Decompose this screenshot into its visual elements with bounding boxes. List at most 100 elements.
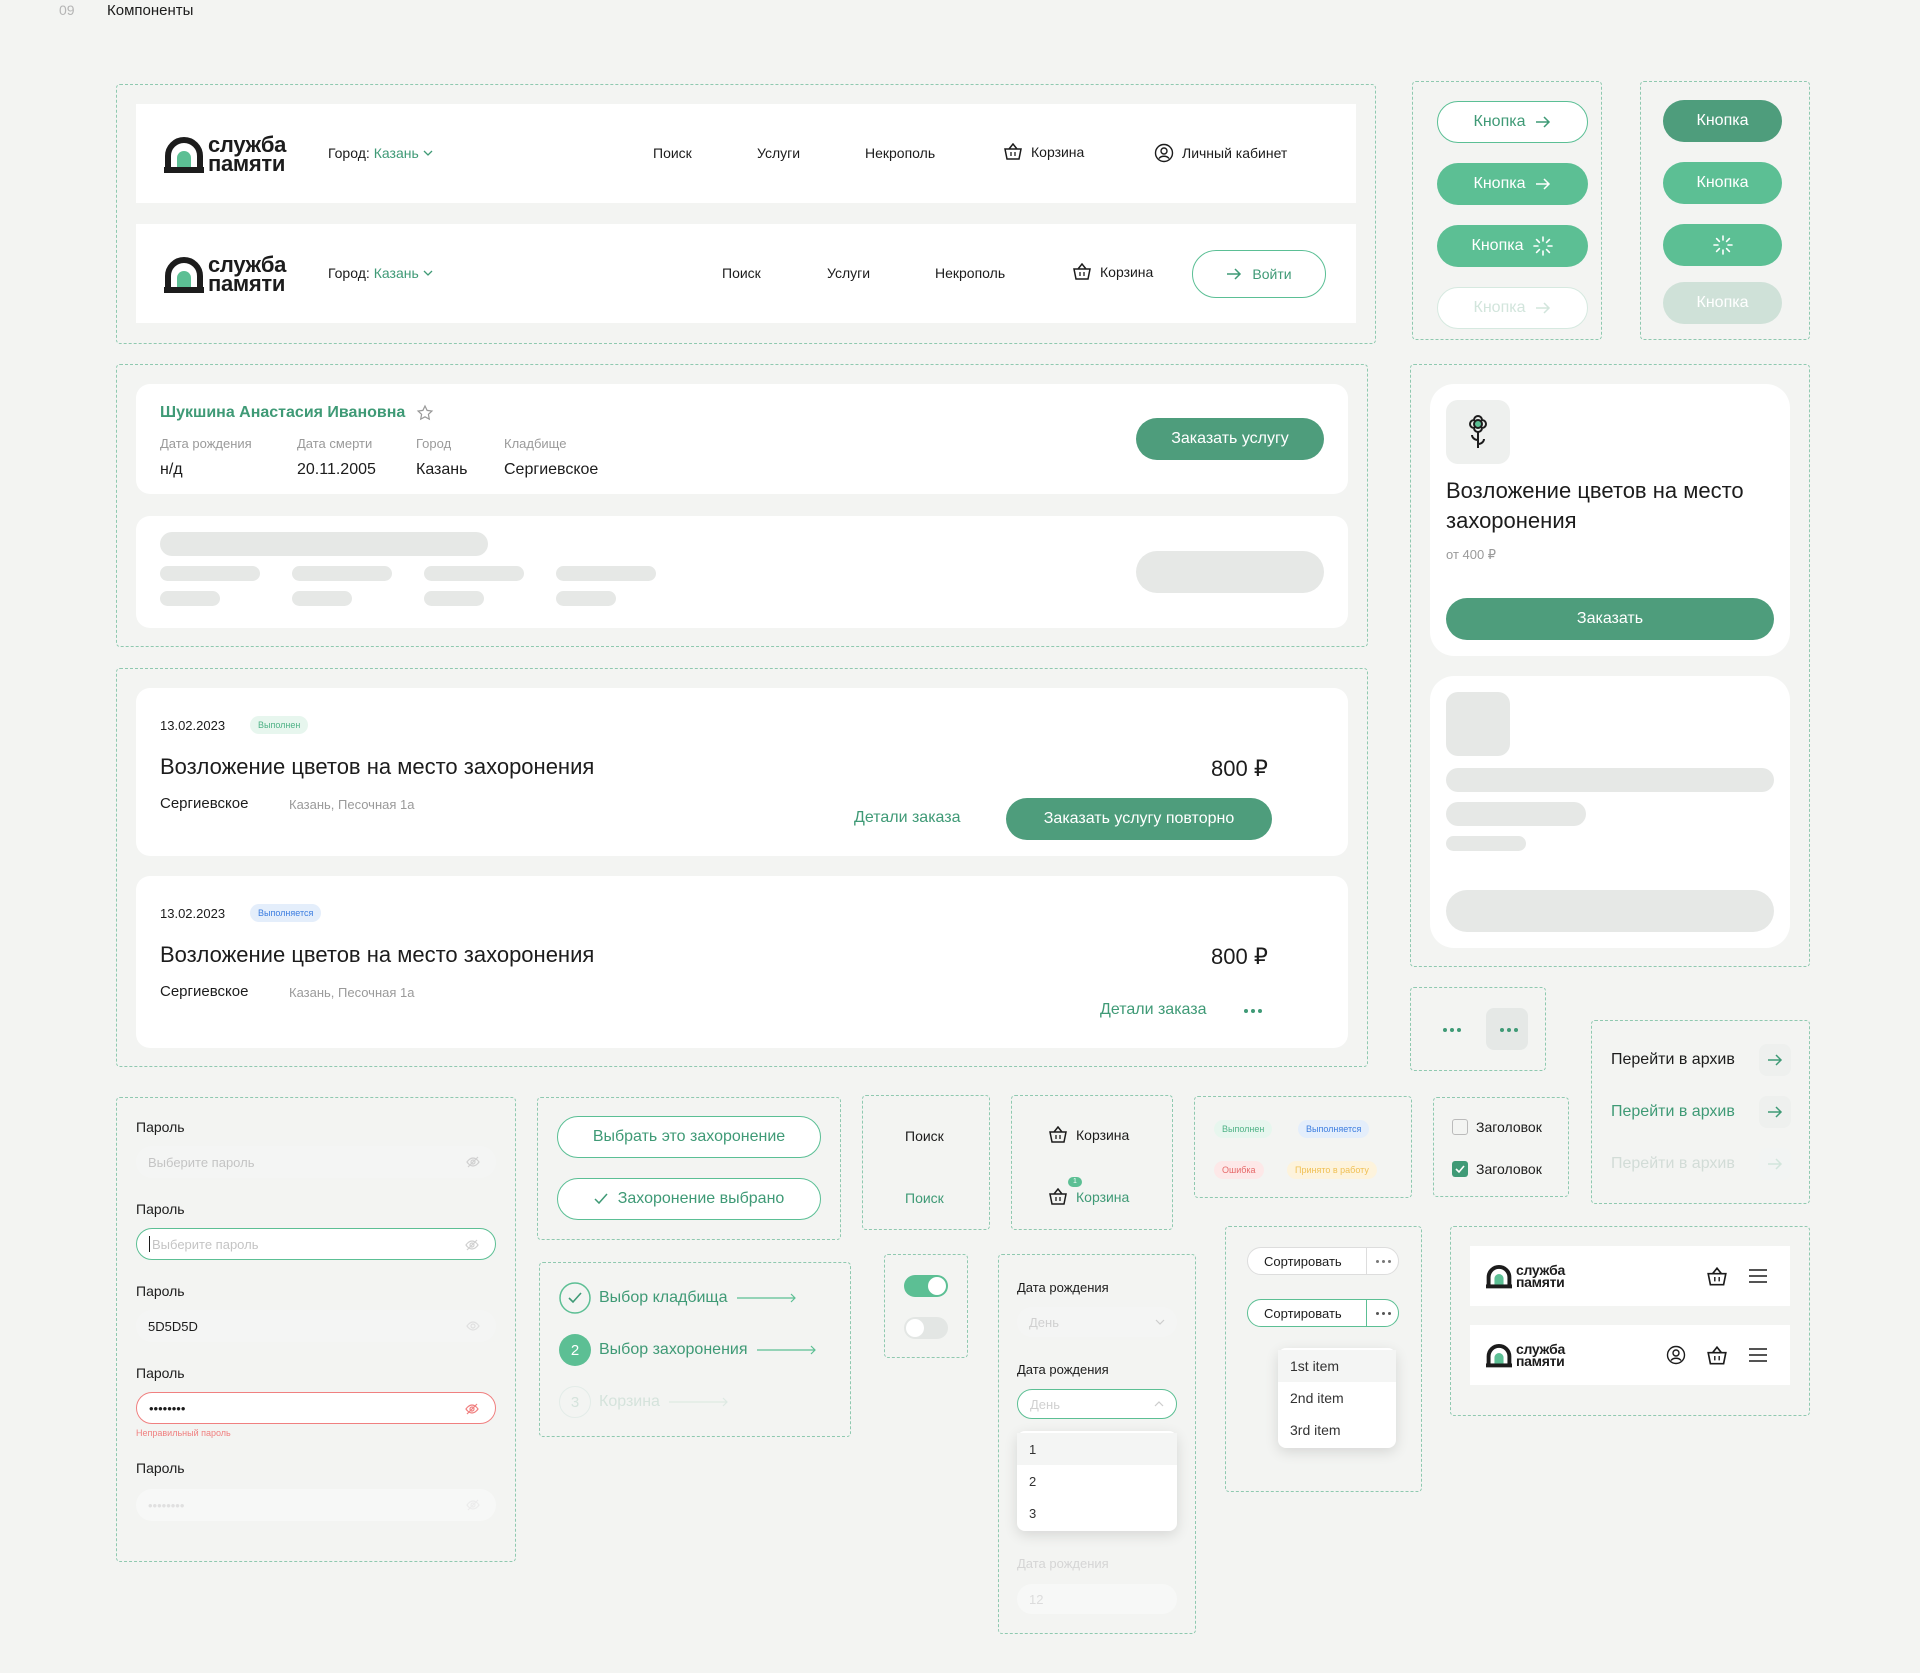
- button-filled[interactable]: Кнопка: [1437, 163, 1588, 205]
- login-button[interactable]: Войти: [1192, 250, 1326, 298]
- button-label: Кнопка: [1471, 237, 1524, 254]
- cart-link-with-count[interactable]: Корзина: [1048, 1188, 1129, 1206]
- mobile-header-logged-in: служба памяти: [1470, 1325, 1790, 1385]
- button-label: Кнопка: [1473, 113, 1526, 130]
- skeleton-line: [292, 566, 392, 581]
- button-loading[interactable]: Кнопка: [1437, 225, 1588, 267]
- date-select[interactable]: День: [1017, 1307, 1177, 1337]
- sort-control[interactable]: Сортировать: [1247, 1247, 1399, 1275]
- city-selector[interactable]: Город: Казань: [328, 265, 433, 281]
- sort-label: Сортировать: [1264, 1253, 1342, 1269]
- sort-option[interactable]: 2nd item: [1278, 1382, 1396, 1414]
- menu-icon[interactable]: [1748, 1347, 1768, 1363]
- eye-off-icon[interactable]: [465, 1402, 479, 1416]
- archive-link[interactable]: Перейти в архив: [1611, 1051, 1735, 1069]
- search-link-hover[interactable]: Поиск: [905, 1190, 944, 1206]
- logo[interactable]: служба памяти: [164, 134, 286, 175]
- eye-off-icon[interactable]: [466, 1155, 480, 1169]
- button-outline[interactable]: Кнопка: [1437, 101, 1588, 143]
- service-order-button[interactable]: Заказать: [1446, 598, 1774, 640]
- user-icon[interactable]: [1666, 1345, 1686, 1365]
- eye-off-icon[interactable]: [466, 1498, 480, 1512]
- archive-link-hover[interactable]: Перейти в архив: [1611, 1103, 1735, 1121]
- order-details-link[interactable]: Детали заказа: [854, 809, 961, 827]
- step-active[interactable]: 2 Выбор захоронения: [559, 1334, 818, 1366]
- password-field-filled[interactable]: 5D5D5D: [136, 1310, 496, 1342]
- city-selector[interactable]: Город: Казань: [328, 145, 433, 161]
- nav-services[interactable]: Услуги: [827, 265, 870, 281]
- password-value: ••••••••: [149, 1400, 186, 1416]
- button-outline-disabled[interactable]: Кнопка: [1437, 287, 1588, 329]
- checkbox-label: Заголовок: [1476, 1161, 1542, 1177]
- check-circle-icon: [559, 1282, 591, 1314]
- status-badge: Выполнен: [250, 716, 309, 734]
- archive-link-disabled[interactable]: Перейти в архив: [1611, 1155, 1735, 1173]
- password-field-disabled[interactable]: ••••••••: [136, 1489, 496, 1521]
- date-select-open[interactable]: День: [1017, 1389, 1177, 1419]
- city-value: Казань: [416, 461, 468, 478]
- menu-icon[interactable]: [1748, 1268, 1768, 1284]
- basket-icon: [1073, 263, 1091, 280]
- date-option[interactable]: 2: [1017, 1465, 1177, 1497]
- arrow-right-icon: [1768, 1054, 1783, 1066]
- nav-services[interactable]: Услуги: [757, 145, 800, 161]
- button-solid-dark[interactable]: Кнопка: [1663, 100, 1782, 142]
- password-field[interactable]: Выберите пароль: [136, 1146, 496, 1178]
- password-label: Пароль: [136, 1119, 185, 1135]
- step-done[interactable]: Выбор кладбища: [559, 1282, 798, 1314]
- skeleton-line: [1446, 802, 1586, 826]
- sort-control-open[interactable]: Сортировать: [1247, 1299, 1399, 1327]
- repeat-order-label: Заказать услугу повторно: [1043, 810, 1235, 827]
- eye-icon[interactable]: [466, 1319, 480, 1333]
- toggle-on[interactable]: [904, 1275, 948, 1297]
- nav-necropolis[interactable]: Некрополь: [865, 145, 935, 161]
- spinner-icon: [1712, 235, 1733, 255]
- date-option[interactable]: 3: [1017, 1497, 1177, 1529]
- button-solid-disabled[interactable]: Кнопка: [1663, 282, 1782, 324]
- nav-account[interactable]: Личный кабинет: [1154, 143, 1287, 163]
- sort-option[interactable]: 1st item: [1278, 1350, 1396, 1382]
- more-icon[interactable]: [1244, 1009, 1262, 1013]
- more-icon[interactable]: [1443, 1028, 1461, 1032]
- nav-cart[interactable]: Корзина: [1072, 263, 1153, 281]
- logo[interactable]: служба памяти: [164, 254, 286, 295]
- password-label: Пароль: [136, 1201, 185, 1217]
- sort-option[interactable]: 3rd item: [1278, 1414, 1396, 1446]
- cart-link[interactable]: Корзина: [1048, 1126, 1129, 1144]
- arrow-right-icon: [1768, 1106, 1783, 1118]
- logo[interactable]: служба памяти: [1486, 1342, 1565, 1368]
- order-details-link[interactable]: Детали заказа: [1100, 1001, 1207, 1019]
- eye-off-icon[interactable]: [465, 1238, 479, 1252]
- basket-icon[interactable]: [1706, 1267, 1728, 1287]
- order-service-button[interactable]: Заказать услугу: [1136, 418, 1324, 460]
- nav-search[interactable]: Поиск: [653, 145, 692, 161]
- password-field-focused[interactable]: Выберите пароль: [136, 1228, 496, 1260]
- order-address: Казань, Песочная 1а: [289, 797, 415, 812]
- long-arrow-icon: [756, 1345, 816, 1355]
- step-inactive[interactable]: 3 Корзина: [559, 1386, 730, 1418]
- grave-name[interactable]: Шукшина Анастасия Ивановна: [160, 404, 405, 422]
- button-solid[interactable]: Кнопка: [1663, 162, 1782, 204]
- basket-icon[interactable]: [1706, 1346, 1728, 1366]
- date-option[interactable]: 1: [1017, 1433, 1177, 1465]
- more-icon[interactable]: [1376, 1259, 1391, 1263]
- search-link[interactable]: Поиск: [905, 1128, 944, 1144]
- logo-icon: [1486, 1265, 1512, 1289]
- star-icon[interactable]: [416, 404, 434, 422]
- date-select-disabled[interactable]: 12: [1017, 1584, 1177, 1614]
- password-field-error[interactable]: ••••••••: [136, 1392, 496, 1424]
- grave-selected-button[interactable]: Захоронение выбрано: [557, 1178, 821, 1220]
- toggle-off[interactable]: [904, 1317, 948, 1339]
- logo[interactable]: служба памяти: [1486, 1263, 1565, 1289]
- nav-cart[interactable]: Корзина: [1003, 143, 1084, 161]
- nav-search[interactable]: Поиск: [722, 265, 761, 281]
- grave-card-skeleton: [136, 516, 1348, 628]
- checkbox-checked[interactable]: Заголовок: [1452, 1161, 1542, 1177]
- checkbox-unchecked[interactable]: Заголовок: [1452, 1119, 1542, 1135]
- more-icon[interactable]: [1376, 1311, 1391, 1315]
- select-grave-button[interactable]: Выбрать это захоронение: [557, 1116, 821, 1158]
- cart-link-section: [1011, 1095, 1173, 1230]
- repeat-order-button[interactable]: Заказать услугу повторно: [1006, 798, 1272, 840]
- nav-necropolis[interactable]: Некрополь: [935, 265, 1005, 281]
- button-solid-loading[interactable]: [1663, 224, 1782, 266]
